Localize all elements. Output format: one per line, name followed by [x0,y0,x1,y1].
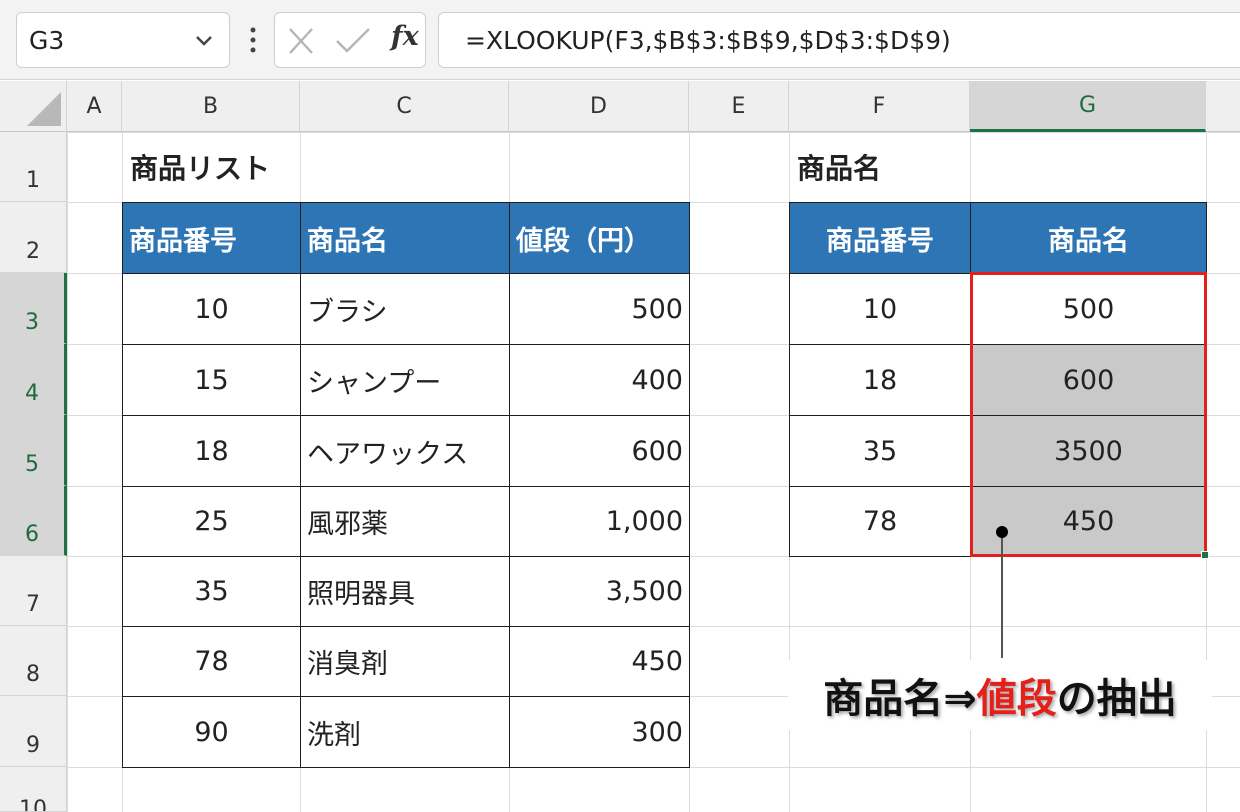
name-box[interactable]: G3 [16,12,230,68]
lookup-cell-id[interactable]: 18 [789,344,971,416]
leader-dot [996,526,1008,538]
lookup-cell-id[interactable]: 10 [789,273,971,345]
lookup-cell-result-active[interactable]: 500 [970,273,1207,345]
header-product-id[interactable]: 商品番号 [122,202,301,274]
header-lookup-id[interactable]: 商品番号 [789,202,971,274]
annotation-callout: 商品名⇒ 値段 の抽出 [788,660,1212,730]
annotation-highlight: 値段 [976,676,1057,722]
check-icon[interactable] [333,13,373,69]
annotation-text-2: の抽出 [1056,676,1177,722]
table-cell-price[interactable]: 3,500 [509,556,690,627]
table-cell-price[interactable]: 300 [509,696,690,768]
product-list-title: 商品リスト [130,152,271,185]
column-header-c[interactable]: C [300,81,509,132]
lookup-cell-result[interactable]: 450 [970,486,1207,557]
row-header-3[interactable]: 3 [0,273,67,344]
column-header-d[interactable]: D [509,81,689,132]
name-box-value: G3 [29,25,65,55]
table-cell-id[interactable]: 25 [122,486,301,557]
table-cell-name[interactable]: シャンプー [300,344,510,416]
table-cell-price[interactable]: 400 [509,344,690,416]
row-header-5[interactable]: 5 [0,415,67,486]
fill-handle[interactable] [1201,551,1209,559]
lookup-table-title: 商品名 [797,152,882,185]
table-cell-name[interactable]: ヘアワックス [300,415,510,487]
table-cell-price[interactable]: 450 [509,626,690,697]
row-header-4[interactable]: 4 [0,344,67,415]
table-cell-id[interactable]: 35 [122,556,301,627]
row-header-9[interactable]: 9 [0,696,67,767]
leader-line [1001,538,1003,658]
table-cell-price[interactable]: 1,000 [509,486,690,557]
column-header-g[interactable]: G [970,81,1206,132]
table-cell-name[interactable]: 照明器具 [300,556,510,627]
row-header-6[interactable]: 6 [0,486,67,556]
formula-input[interactable]: =XLOOKUP(F3,$B$3:$B$9,$D$3:$D$9) [438,12,1240,68]
table-cell-price[interactable]: 600 [509,415,690,487]
header-price[interactable]: 値段（円） [509,202,690,274]
row-header-1[interactable]: 1 [0,132,67,202]
lookup-cell-result[interactable]: 3500 [970,415,1207,487]
table-cell-id[interactable]: 15 [122,344,301,416]
column-header-b[interactable]: B [122,81,300,132]
header-lookup-result[interactable]: 商品名 [970,202,1207,274]
column-header-f[interactable]: F [789,81,970,132]
row-header-10[interactable]: 10 [0,767,67,812]
table-cell-id[interactable]: 78 [122,626,301,697]
lookup-cell-result[interactable]: 600 [970,344,1207,416]
column-header-h[interactable] [1206,81,1240,132]
table-cell-name[interactable]: ブラシ [300,273,510,345]
column-header-a[interactable]: A [67,81,122,132]
row-header-7[interactable]: 7 [0,556,67,626]
chevron-down-icon[interactable] [193,29,215,51]
more-options-icon[interactable] [244,25,262,55]
table-cell-id[interactable]: 90 [122,696,301,768]
table-cell-id[interactable]: 18 [122,415,301,487]
table-cell-name[interactable]: 洗剤 [300,696,510,768]
formula-bar: G3 fx =XLOOKUP(F3,$B$3:$B$9,$D$3:$D$9) [0,0,1240,80]
select-all-corner[interactable] [0,81,67,132]
formula-buttons: fx [274,12,426,68]
lookup-cell-id[interactable]: 78 [789,486,971,557]
header-product-name[interactable]: 商品名 [300,202,510,274]
lookup-cell-id[interactable]: 35 [789,415,971,487]
insert-function-button[interactable]: fx [391,21,419,52]
table-cell-price[interactable]: 500 [509,273,690,345]
row-header-2[interactable]: 2 [0,202,67,273]
annotation-text-1: 商品名⇒ [823,676,977,722]
table-cell-id[interactable]: 10 [122,273,301,345]
close-icon[interactable] [285,13,319,69]
select-all-triangle-icon [27,92,61,126]
column-header-e[interactable]: E [689,81,789,132]
table-cell-name[interactable]: 風邪薬 [300,486,510,557]
table-cell-name[interactable]: 消臭剤 [300,626,510,697]
row-header-8[interactable]: 8 [0,626,67,696]
